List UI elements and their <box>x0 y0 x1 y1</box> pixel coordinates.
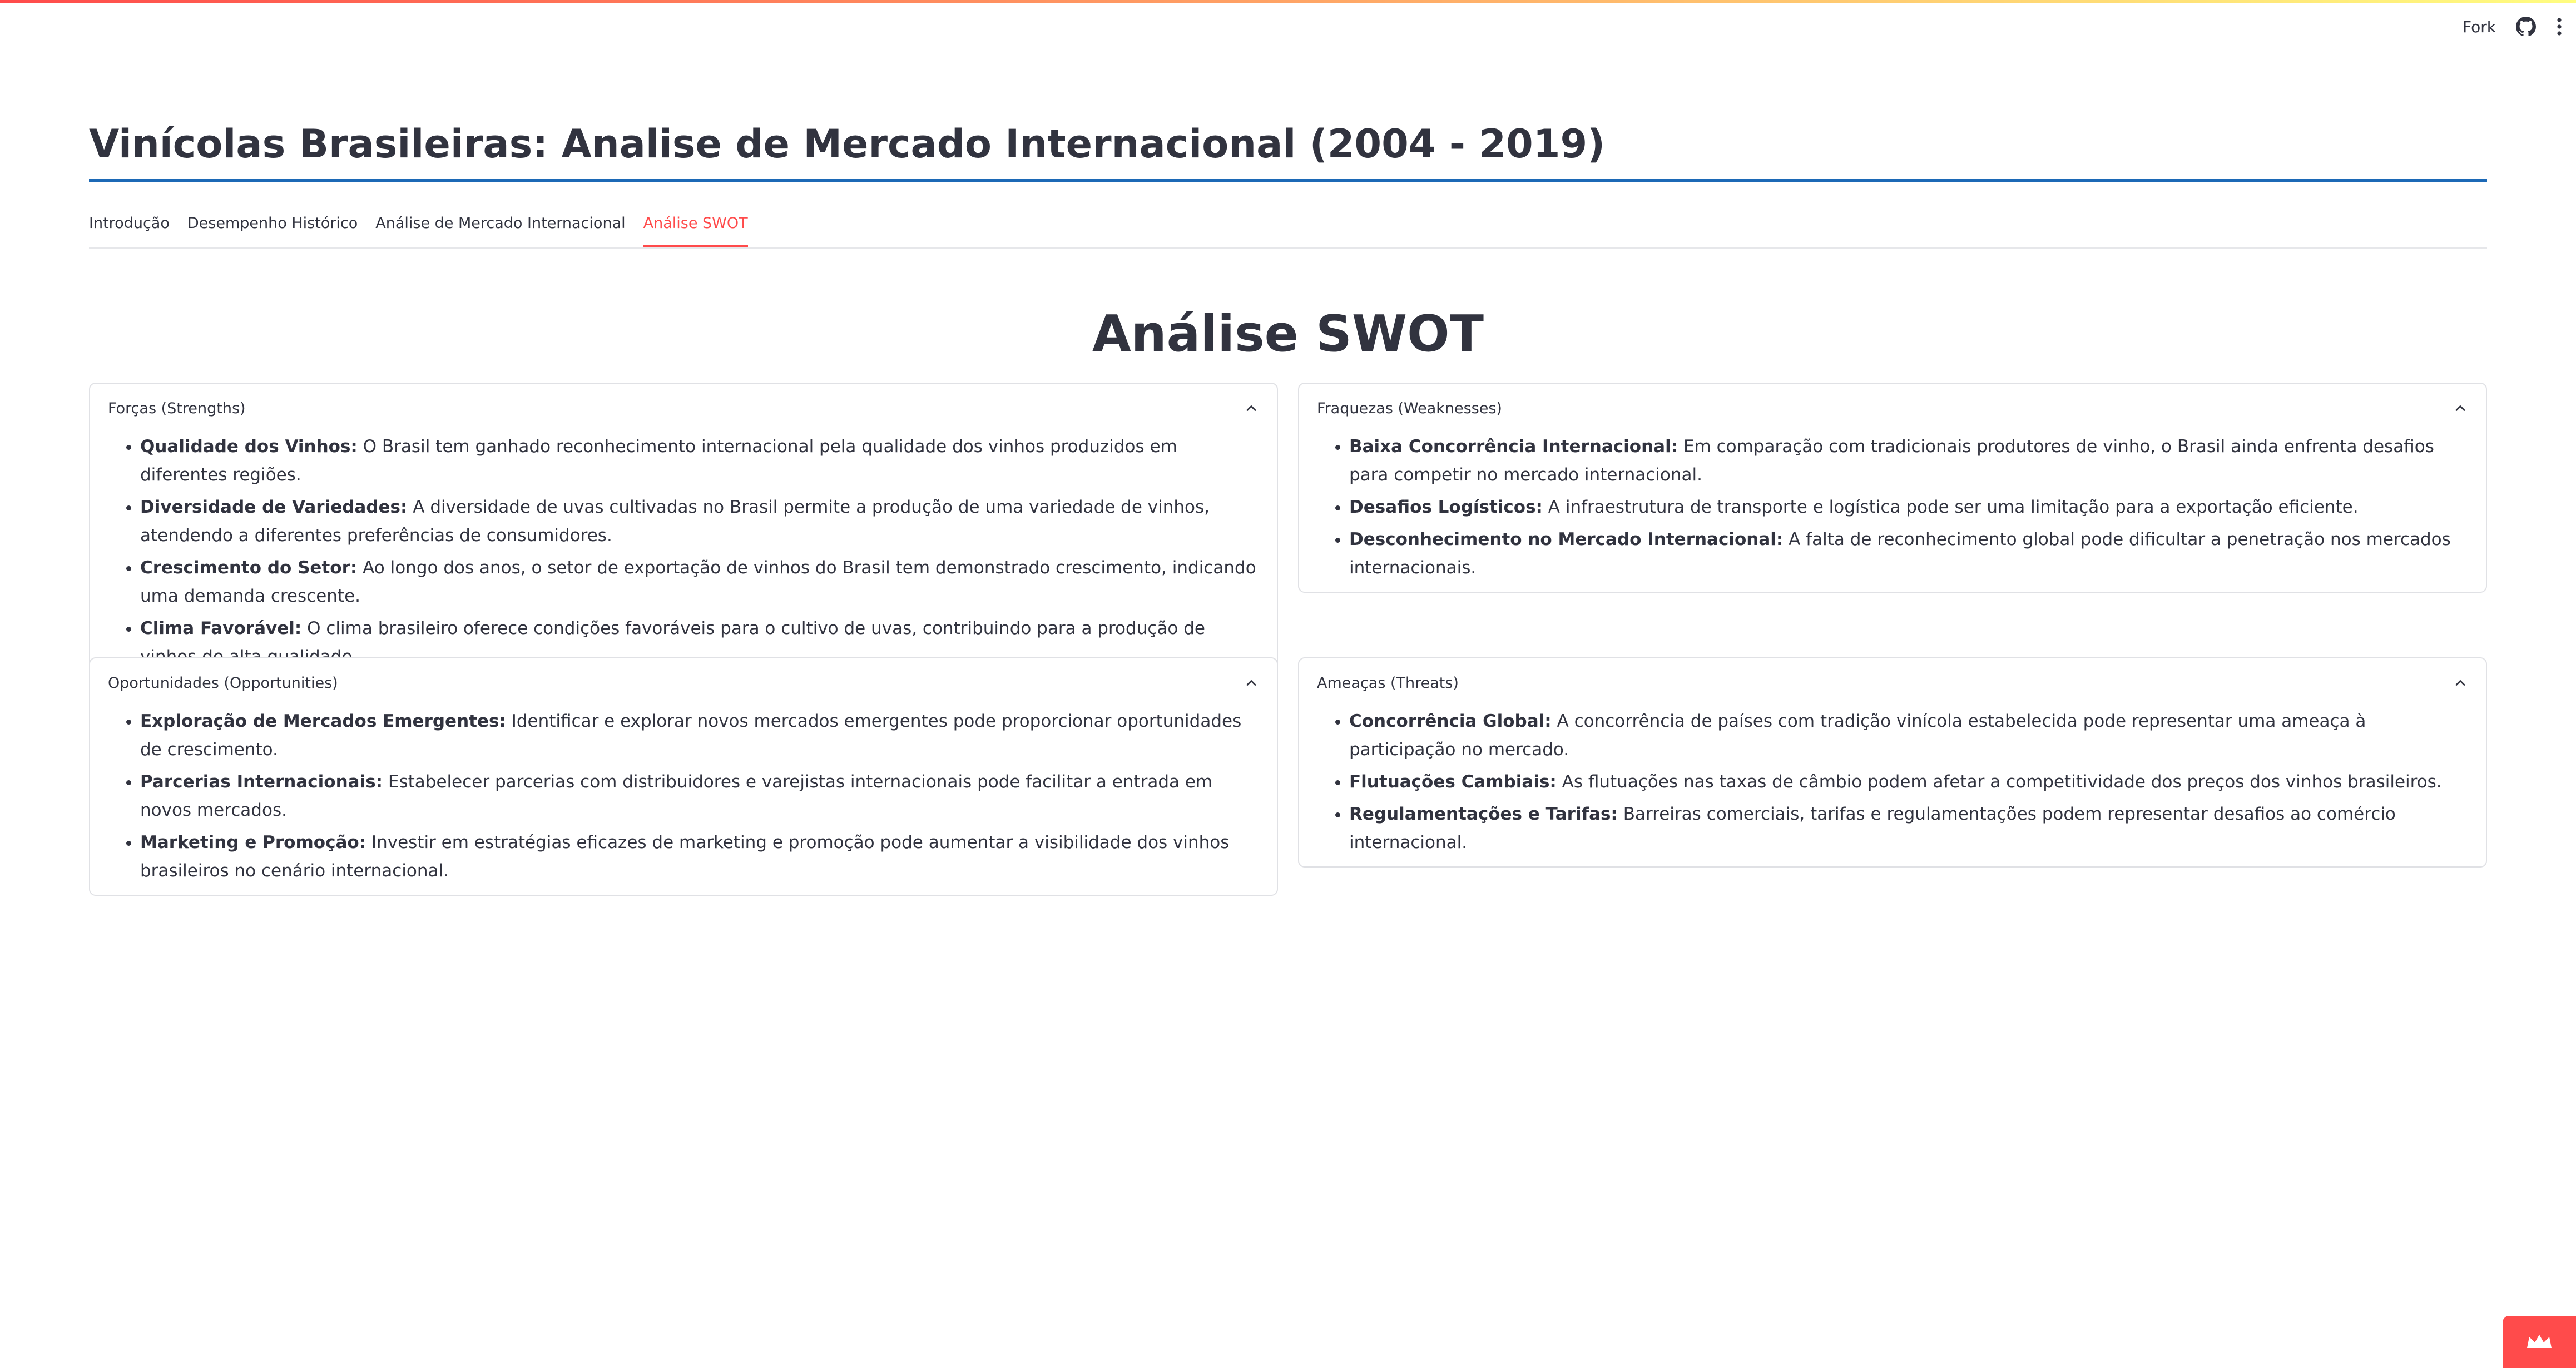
tab-desempenho-historico[interactable]: Desempenho Histórico <box>187 206 358 246</box>
chevron-up-icon <box>2455 405 2465 411</box>
title-divider <box>89 179 2487 182</box>
list-item: Flutuações Cambiais: As flutuações nas t… <box>1349 768 2468 796</box>
list-item: Marketing e Promoção: Investir em estrat… <box>140 829 1259 885</box>
tab-analise-swot[interactable]: Análise SWOT <box>643 206 748 247</box>
expander-weaknesses: Fraquezas (Weaknesses) Baixa Concorrênci… <box>1298 383 2487 593</box>
more-vertical-icon[interactable] <box>2556 17 2563 37</box>
list-item: Diversidade de Variedades: A diversidade… <box>140 493 1259 550</box>
section-heading: Análise SWOT <box>1092 305 1484 363</box>
opportunities-list: Exploração de Mercados Emergentes: Ident… <box>90 707 1277 895</box>
streamlit-badge-button[interactable] <box>2503 1316 2576 1368</box>
list-item: Regulamentações e Tarifas: Barreiras com… <box>1349 800 2468 857</box>
crown-icon <box>2527 1335 2552 1348</box>
expander-header-strengths[interactable]: Forças (Strengths) <box>90 384 1277 433</box>
list-item: Qualidade dos Vinhos: O Brasil tem ganha… <box>140 433 1259 489</box>
list-item: Desafios Logísticos: A infraestrutura de… <box>1349 493 2468 522</box>
tab-bar: Introdução Desempenho Histórico Análise … <box>89 206 2487 249</box>
expander-title: Fraquezas (Weaknesses) <box>1317 399 1502 417</box>
expander-title: Oportunidades (Opportunities) <box>108 674 338 692</box>
chevron-up-icon <box>1246 680 1256 686</box>
app-toolbar: Fork <box>2463 12 2563 41</box>
list-item: Concorrência Global: A concorrência de p… <box>1349 707 2468 764</box>
chevron-up-icon <box>1246 405 1256 411</box>
expander-title: Ameaças (Threats) <box>1317 674 1459 692</box>
fork-button[interactable]: Fork <box>2463 18 2496 36</box>
expander-header-threats[interactable]: Ameaças (Threats) <box>1299 658 2486 707</box>
tab-introducao[interactable]: Introdução <box>89 206 170 246</box>
list-item: Baixa Concorrência Internacional: Em com… <box>1349 433 2468 489</box>
page-title: Vinícolas Brasileiras: Analise de Mercad… <box>89 121 1606 167</box>
list-item: Crescimento do Setor: Ao longo dos anos,… <box>140 554 1259 611</box>
expander-opportunities: Oportunidades (Opportunities) Exploração… <box>89 657 1278 896</box>
expander-header-opportunities[interactable]: Oportunidades (Opportunities) <box>90 658 1277 707</box>
threats-list: Concorrência Global: A concorrência de p… <box>1299 707 2486 866</box>
strengths-list: Qualidade dos Vinhos: O Brasil tem ganha… <box>90 433 1277 681</box>
list-item: Exploração de Mercados Emergentes: Ident… <box>140 707 1259 764</box>
github-icon[interactable] <box>2516 17 2536 37</box>
expander-header-weaknesses[interactable]: Fraquezas (Weaknesses) <box>1299 384 2486 433</box>
list-item: Desconhecimento no Mercado Internacional… <box>1349 526 2468 582</box>
expander-title: Forças (Strengths) <box>108 399 246 417</box>
expander-threats: Ameaças (Threats) Concorrência Global: A… <box>1298 657 2487 868</box>
tab-analise-mercado-internacional[interactable]: Análise de Mercado Internacional <box>375 206 625 246</box>
chevron-up-icon <box>2455 680 2465 686</box>
expander-strengths: Forças (Strengths) Qualidade dos Vinhos:… <box>89 383 1278 682</box>
weaknesses-list: Baixa Concorrência Internacional: Em com… <box>1299 433 2486 592</box>
list-item: Parcerias Internacionais: Estabelecer pa… <box>140 768 1259 825</box>
header-decoration-bar <box>0 0 2576 3</box>
